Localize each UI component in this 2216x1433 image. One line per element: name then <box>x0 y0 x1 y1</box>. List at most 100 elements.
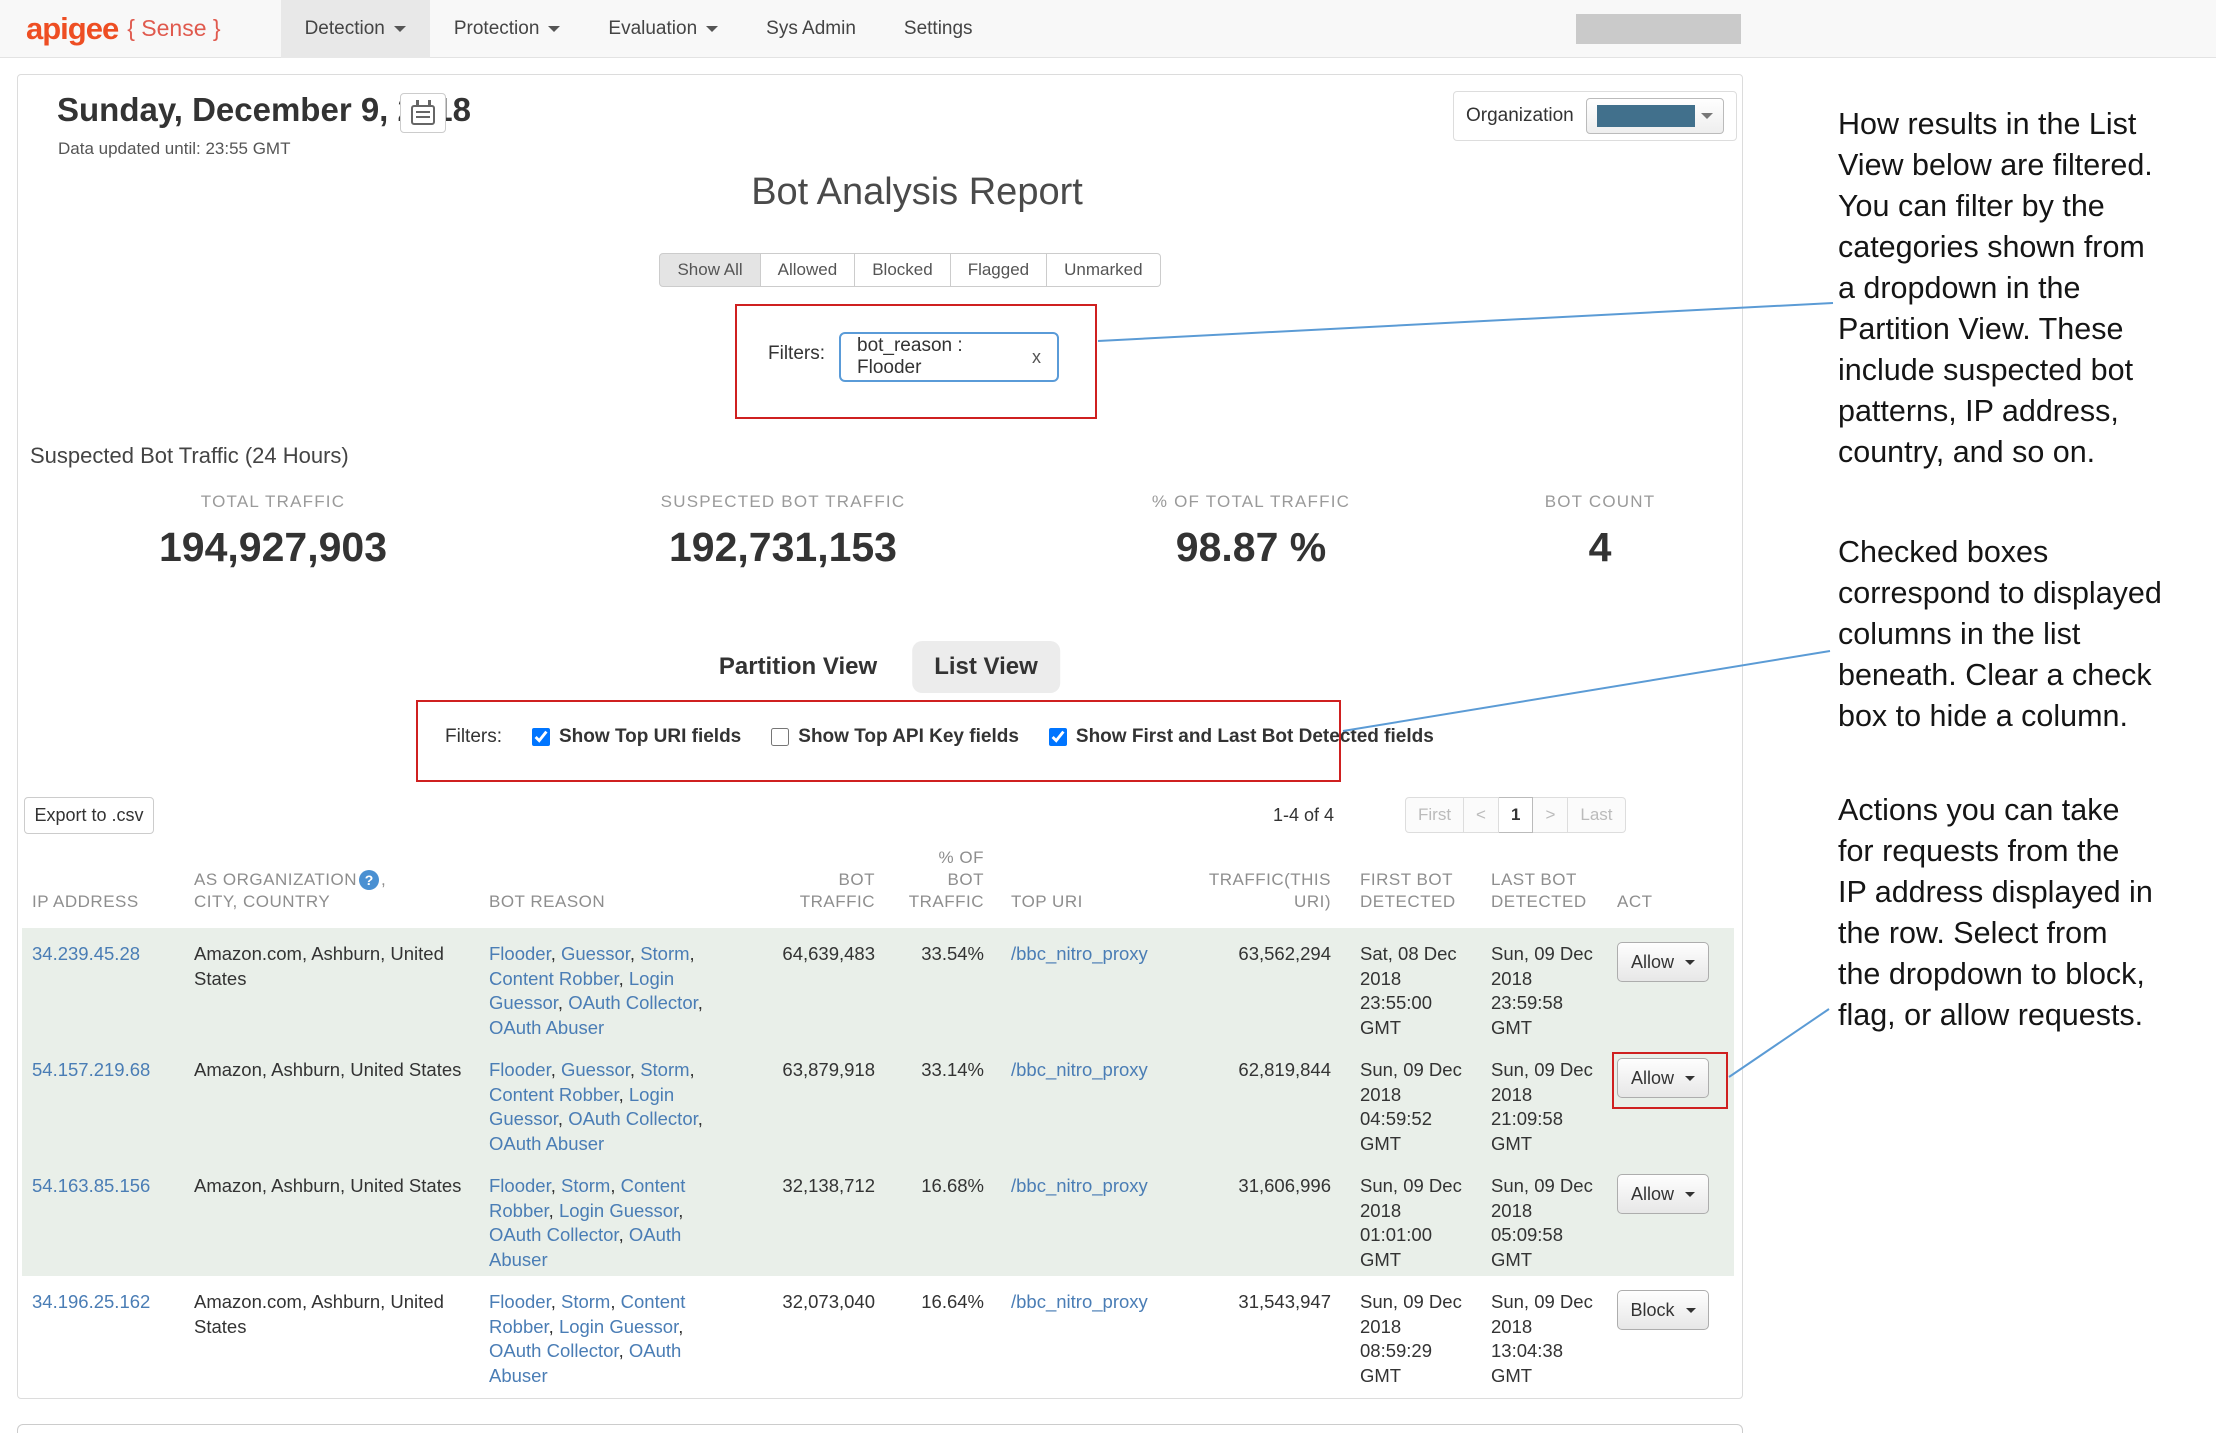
bot-reason-link[interactable]: Flooder <box>489 1175 551 1196</box>
action-dropdown[interactable]: Allow <box>1617 942 1709 982</box>
next-panel-edge <box>17 1424 1743 1433</box>
pagination-first-button[interactable]: First <box>1405 797 1464 833</box>
action-dropdown[interactable]: Allow <box>1617 1058 1709 1098</box>
ip-link[interactable]: 54.157.219.68 <box>32 1059 150 1080</box>
tab-unmarked[interactable]: Unmarked <box>1047 253 1160 287</box>
stat-pct-total-traffic: % OF TOTAL TRAFFIC 98.87 % <box>1152 492 1350 571</box>
ip-link[interactable]: 34.239.45.28 <box>32 943 140 964</box>
org-cell: Amazon.com, Ashburn, United States <box>182 1276 477 1388</box>
checkbox-label: Show Top API Key fields <box>798 726 1019 748</box>
top-uri-link[interactable]: /bbc_nitro_proxy <box>1011 943 1148 964</box>
table-row: 54.163.85.156 Amazon, Ashburn, United St… <box>22 1160 1734 1276</box>
tab-flagged[interactable]: Flagged <box>951 253 1047 287</box>
action-dropdown[interactable]: Block <box>1617 1290 1709 1330</box>
stat-value: 192,731,153 <box>661 524 906 571</box>
filter-check-top-uri[interactable]: Show Top URI fields <box>532 726 741 748</box>
bot-reason-link[interactable]: Content Robber <box>489 1084 619 1105</box>
act-cell: Allow <box>1603 1044 1734 1160</box>
bot-reason-link[interactable]: Storm <box>561 1291 610 1312</box>
last-detected-cell: Sun, 09 Dec 2018 23:59:58 GMT <box>1472 928 1603 1044</box>
pagination-page-1-button[interactable]: 1 <box>1499 797 1533 833</box>
pct-cell: 16.64% <box>885 1276 994 1388</box>
pagination-last-button[interactable]: Last <box>1568 797 1625 833</box>
bot-reason-cell: Flooder, Storm, Content Robber, Login Gu… <box>477 1160 717 1276</box>
top-uri-link[interactable]: /bbc_nitro_proxy <box>1011 1175 1148 1196</box>
org-cell: Amazon, Ashburn, United States <box>182 1160 477 1276</box>
nav-item-protection[interactable]: Protection <box>430 0 585 58</box>
bot-reason-link[interactable]: Content Robber <box>489 968 619 989</box>
bot-reason-link[interactable]: Flooder <box>489 1059 551 1080</box>
organization-label: Organization <box>1466 105 1574 127</box>
stat-label: BOT COUNT <box>1545 492 1656 512</box>
bot-reason-link[interactable]: Flooder <box>489 1291 551 1312</box>
nav-item-label: Detection <box>305 18 385 40</box>
bot-reason-link[interactable]: Storm <box>640 1059 689 1080</box>
pagination-prev-button[interactable]: < <box>1464 797 1499 833</box>
uri-traffic-cell: 62,819,844 <box>1179 1044 1341 1160</box>
action-dropdown[interactable]: Allow <box>1617 1174 1709 1214</box>
bot-traffic-cell: 64,639,483 <box>717 928 885 1044</box>
caret-down-icon <box>1701 113 1713 119</box>
main-panel: Sunday, December 9, 2018 Data updated un… <box>17 74 1743 1399</box>
ip-link[interactable]: 54.163.85.156 <box>32 1175 150 1196</box>
org-cell: Amazon, Ashburn, United States <box>182 1044 477 1160</box>
org-cell: Amazon.com, Ashburn, United States <box>182 928 477 1044</box>
bot-reason-link[interactable]: Flooder <box>489 943 551 964</box>
nav-menu: Detection Protection Evaluation Sys Admi… <box>281 0 997 58</box>
top-uri-link[interactable]: /bbc_nitro_proxy <box>1011 1059 1148 1080</box>
bot-reason-link[interactable]: OAuth Collector <box>568 1108 698 1129</box>
bot-reason-link[interactable]: OAuth Abuser <box>489 1017 604 1038</box>
bot-reason-link[interactable]: OAuth Collector <box>489 1340 619 1361</box>
export-csv-button[interactable]: Export to .csv <box>24 797 154 834</box>
nav-item-evaluation[interactable]: Evaluation <box>584 0 742 58</box>
nav-item-sys-admin[interactable]: Sys Admin <box>742 0 880 58</box>
filter-check-first-last-detected[interactable]: Show First and Last Bot Detected fields <box>1049 726 1434 748</box>
first-detected-cell: Sun, 09 Dec 2018 08:59:29 GMT <box>1341 1276 1472 1388</box>
bot-reason-link[interactable]: OAuth Abuser <box>489 1133 604 1154</box>
caret-down-icon <box>1685 1076 1695 1081</box>
stat-suspected-bot-traffic: SUSPECTED BOT TRAFFIC 192,731,153 <box>661 492 906 571</box>
redacted-user-account <box>1576 14 1741 44</box>
bot-reason-link[interactable]: OAuth Collector <box>568 992 698 1013</box>
bot-reason-link[interactable]: Guessor <box>561 943 630 964</box>
organization-dropdown[interactable] <box>1586 98 1724 134</box>
bot-reason-link[interactable]: Storm <box>640 943 689 964</box>
bot-reason-link[interactable]: Login Guessor <box>559 1316 678 1337</box>
stat-value: 98.87 % <box>1152 524 1350 571</box>
pagination-range: 1-4 of 4 <box>1273 805 1334 826</box>
table-row: 54.157.219.68 Amazon, Ashburn, United St… <box>22 1044 1734 1160</box>
tab-blocked[interactable]: Blocked <box>855 253 950 287</box>
calendar-button[interactable] <box>400 93 446 133</box>
bot-reason-link[interactable]: Login Guessor <box>559 1200 678 1221</box>
checkbox-api-key[interactable] <box>771 728 789 746</box>
first-detected-cell: Sat, 08 Dec 2018 23:55:00 GMT <box>1341 928 1472 1044</box>
help-icon[interactable]: ? <box>359 870 379 890</box>
nav-item-settings[interactable]: Settings <box>880 0 997 58</box>
caret-down-icon <box>1685 960 1695 965</box>
data-updated-text: Data updated until: 23:55 GMT <box>58 139 290 159</box>
top-uri-link[interactable]: /bbc_nitro_proxy <box>1011 1291 1148 1312</box>
bot-reason-link[interactable]: OAuth Collector <box>489 1224 619 1245</box>
ip-link[interactable]: 34.196.25.162 <box>32 1291 150 1312</box>
ip-cell: 34.196.25.162 <box>22 1276 182 1388</box>
caret-down-icon <box>1685 1192 1695 1197</box>
tab-partition-view[interactable]: Partition View <box>719 653 877 681</box>
nav-item-detection[interactable]: Detection <box>281 0 430 58</box>
uri-traffic-cell: 31,606,996 <box>1179 1160 1341 1276</box>
filter-check-api-key[interactable]: Show Top API Key fields <box>771 726 1019 748</box>
bot-reason-link[interactable]: Storm <box>561 1175 610 1196</box>
annotation-line-actions <box>1729 1009 1829 1077</box>
filter-chip-bot-reason[interactable]: bot_reason : Flooder x <box>839 332 1059 382</box>
checkbox-first-last-detected[interactable] <box>1049 728 1067 746</box>
tab-show-all[interactable]: Show All <box>659 253 760 287</box>
bot-reason-link[interactable]: Guessor <box>561 1059 630 1080</box>
checkbox-top-uri[interactable] <box>532 728 550 746</box>
bot-list-table: IP ADDRESS AS ORGANIZATION?,CITY, COUNTR… <box>22 847 1734 1389</box>
tab-list-view[interactable]: List View <box>912 641 1060 693</box>
first-detected-cell: Sun, 09 Dec 2018 01:01:00 GMT <box>1341 1160 1472 1276</box>
last-detected-cell: Sun, 09 Dec 2018 21:09:58 GMT <box>1472 1044 1603 1160</box>
close-icon[interactable]: x <box>1032 347 1041 368</box>
tab-allowed[interactable]: Allowed <box>761 253 856 287</box>
pagination-next-button[interactable]: > <box>1533 797 1568 833</box>
stat-label: SUSPECTED BOT TRAFFIC <box>661 492 906 512</box>
